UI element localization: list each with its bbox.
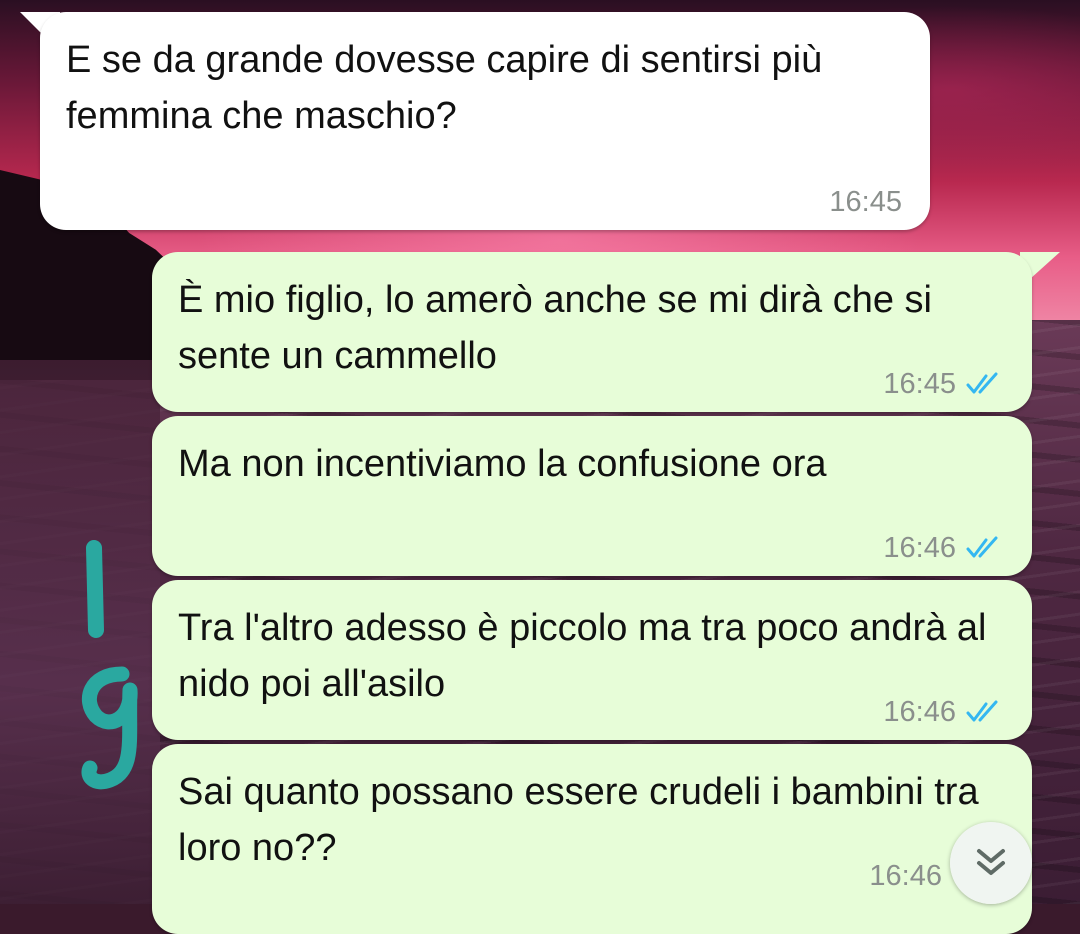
message-bubble-incoming[interactable]: E se da grande dovesse capire di sentirs…: [40, 12, 930, 230]
message-text: Tra l'altro adesso è piccolo ma tra poco…: [178, 607, 987, 705]
message-bubble-outgoing[interactable]: Sai quanto possano essere crudeli i bamb…: [152, 744, 1032, 934]
message-text: Ma non incentiviamo la confusione ora: [178, 443, 827, 485]
message-text: È mio figlio, lo amerò anche se mi dirà …: [178, 279, 932, 377]
handwritten-marker-annotation: [81, 540, 138, 790]
message-bubble-outgoing[interactable]: Tra l'altro adesso è piccolo ma tra poco…: [152, 580, 1032, 740]
message-meta: 16:45: [883, 356, 1004, 412]
double-check-icon: [966, 700, 998, 722]
message-time: 16:46: [869, 860, 942, 892]
message-meta: 16:45: [829, 174, 902, 230]
scroll-to-bottom-button[interactable]: [950, 822, 1032, 904]
message-bubble-outgoing[interactable]: È mio figlio, lo amerò anche se mi dirà …: [152, 252, 1032, 412]
message-bubble-outgoing[interactable]: Ma non incentiviamo la confusione ora 16…: [152, 416, 1032, 576]
message-time: 16:46: [883, 696, 956, 728]
message-time: 16:45: [829, 186, 902, 218]
message-time: 16:46: [883, 532, 956, 564]
message-meta: 16:46: [883, 684, 1004, 740]
double-check-icon: [966, 372, 998, 394]
message-text: E se da grande dovesse capire di sentirs…: [66, 39, 823, 137]
message-meta: 16:46: [883, 520, 1004, 576]
double-check-icon: [966, 536, 998, 558]
message-time: 16:45: [883, 368, 956, 400]
double-chevron-down-icon: [977, 849, 1005, 875]
message-meta: 16:46: [869, 848, 942, 904]
